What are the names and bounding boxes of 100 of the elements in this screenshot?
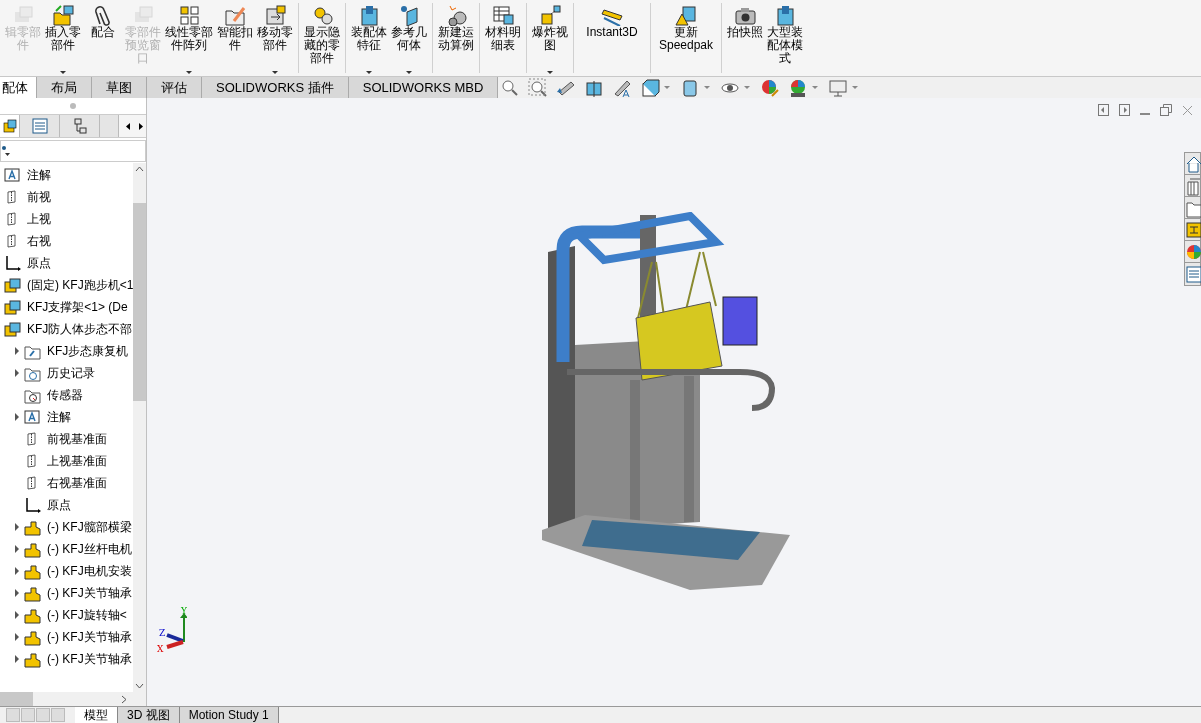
expand-arrow-icon[interactable] — [15, 567, 19, 575]
tree-item[interactable]: 注解 — [27, 167, 51, 183]
tree-item[interactable]: 原点 — [47, 497, 71, 513]
tree-item[interactable]: 传感器 — [47, 387, 83, 403]
grid-icon — [178, 4, 200, 26]
part-icon — [24, 562, 42, 580]
tree-item[interactable]: 上视 — [27, 211, 51, 227]
toolbar-button[interactable]: 参考几何体 — [389, 0, 429, 76]
tree-item[interactable]: (-) KFJ关节轴承 — [47, 651, 132, 667]
assembly-icon — [4, 276, 22, 294]
toolbar-button[interactable]: 新建运动算例 — [436, 0, 476, 76]
plane-icon — [398, 4, 420, 26]
tree-item[interactable]: (固定) KFJ跑步机<1 — [27, 277, 133, 293]
tree-item[interactable]: (-) KFJ电机安装 — [47, 563, 132, 579]
expand-arrow-icon[interactable] — [15, 347, 19, 355]
tree-item[interactable]: 前视基准面 — [47, 431, 107, 447]
toolbar-button[interactable]: 配合 — [83, 0, 123, 76]
tree-scrollbar[interactable] — [133, 163, 146, 692]
toolbar-button[interactable]: 线性零部件阵列 — [163, 0, 215, 76]
tree-item[interactable]: KFJ支撑架<1> (De — [27, 299, 128, 315]
part-icon — [24, 606, 42, 624]
filter-field[interactable] — [0, 140, 146, 162]
display-style-icon[interactable] — [680, 77, 700, 98]
expand-arrow-icon[interactable] — [15, 369, 19, 377]
toolbar-button[interactable]: 大型装配体模式 — [765, 0, 805, 76]
scroll-right-button[interactable] — [136, 115, 146, 137]
assembly-icon — [2, 119, 17, 133]
explode-icon — [539, 4, 561, 26]
scroll-up-icon[interactable] — [135, 165, 144, 173]
left-arrow-icon — [125, 122, 130, 130]
restore-icon[interactable] — [1160, 104, 1172, 116]
scene-icon[interactable] — [788, 77, 808, 98]
move-icon — [264, 4, 286, 26]
folder-pen-icon — [224, 4, 246, 26]
panel-grip-icon[interactable] — [70, 103, 76, 109]
scroll-thumb[interactable] — [133, 203, 146, 401]
part-icon — [24, 540, 42, 558]
tree-item[interactable]: 注解 — [47, 409, 71, 425]
tree-item[interactable]: (-) KFJ丝杆电机 — [47, 541, 132, 557]
appearance-icon[interactable] — [760, 77, 780, 98]
toolbar-button[interactable]: 更新 Speedpak — [654, 0, 718, 76]
expand-arrow-icon[interactable] — [15, 523, 19, 531]
tree-item[interactable]: KFJ防人体步态不部 — [27, 321, 133, 337]
toolbar-button[interactable]: 移动零部件 — [255, 0, 295, 76]
command-tab[interactable]: 草图 — [92, 77, 147, 99]
library-icon[interactable] — [1185, 175, 1201, 197]
toolbar-button[interactable]: 拍快照 — [725, 0, 765, 76]
table-icon — [492, 4, 514, 26]
expand-arrow-icon[interactable] — [15, 655, 19, 663]
toolbar-button[interactable]: 爆炸视图 — [530, 0, 570, 76]
bottom-tab[interactable]: Motion Study 1 — [179, 707, 279, 723]
scroll-down-icon[interactable] — [135, 682, 144, 690]
axis-label: Z — [159, 628, 166, 638]
cube-icon — [774, 4, 796, 26]
custom-properties-icon[interactable] — [1185, 263, 1201, 285]
expand-arrow-icon[interactable] — [15, 545, 19, 553]
view-orientation-icon[interactable] — [640, 77, 660, 98]
view-palette-icon[interactable] — [1185, 219, 1201, 241]
scroll-right-icon[interactable] — [120, 694, 128, 704]
command-tab[interactable]: SOLIDWORKS 插件 — [202, 77, 349, 99]
tree-item[interactable]: 上视基准面 — [47, 453, 107, 469]
next-window-icon[interactable] — [1119, 104, 1130, 116]
toolbar-button[interactable]: 显示隐藏的零部件 — [302, 0, 342, 76]
toolbar-button[interactable]: 材料明细表 — [483, 0, 523, 76]
expand-arrow-icon[interactable] — [15, 633, 19, 641]
feature-tree-tab[interactable] — [0, 115, 20, 137]
graphics-viewport[interactable]: Y Z X — [147, 98, 1201, 706]
previous-window-icon[interactable] — [1098, 104, 1109, 116]
tree-item[interactable]: 前视 — [27, 189, 51, 205]
tree-item[interactable]: 历史记录 — [47, 365, 95, 381]
expand-arrow-icon[interactable] — [15, 413, 19, 421]
axis-label: Y — [181, 606, 187, 616]
bottom-tab[interactable]: 3D 视图 — [118, 707, 180, 723]
tree-item[interactable]: 右视 — [27, 233, 51, 249]
toolbar-button[interactable]: Instant3D — [577, 0, 647, 76]
tree-item[interactable]: (-) KFJ旋转轴< — [47, 607, 127, 623]
toolbar-button[interactable]: 插入零部件 — [43, 0, 83, 76]
toolbar-button[interactable]: 智能扣件 — [215, 0, 255, 76]
horizontal-scrollbar[interactable] — [0, 692, 146, 706]
tree-item[interactable]: (-) KFJ关节轴承 — [47, 629, 132, 645]
tree-item[interactable]: (-) KFJ髋部横梁 — [47, 519, 132, 535]
command-tab[interactable]: 评估 — [147, 77, 202, 99]
part-icon — [24, 584, 42, 602]
circles-icon — [311, 4, 333, 26]
zoom-area-icon[interactable] — [528, 77, 548, 98]
gears-icon — [445, 4, 467, 26]
command-tab[interactable]: 配体 — [0, 77, 37, 99]
tree-item[interactable]: KFJ步态康复机 — [47, 343, 129, 359]
close-icon[interactable] — [1182, 104, 1193, 116]
tree-item[interactable]: 原点 — [27, 255, 51, 271]
tree-item[interactable]: 右视基准面 — [47, 475, 107, 491]
expand-arrow-icon[interactable] — [15, 589, 19, 597]
assembly-icon — [4, 320, 22, 338]
scroll-left-button[interactable] — [118, 115, 136, 137]
bottom-tab[interactable]: 模型 — [75, 707, 118, 723]
command-tab[interactable]: SOLIDWORKS MBD — [348, 77, 499, 99]
expand-arrow-icon[interactable] — [15, 611, 19, 619]
tree-item[interactable]: (-) KFJ关节轴承 — [47, 585, 132, 601]
command-tab[interactable]: 布局 — [37, 77, 92, 99]
zoom-to-fit-icon[interactable] — [500, 77, 520, 98]
